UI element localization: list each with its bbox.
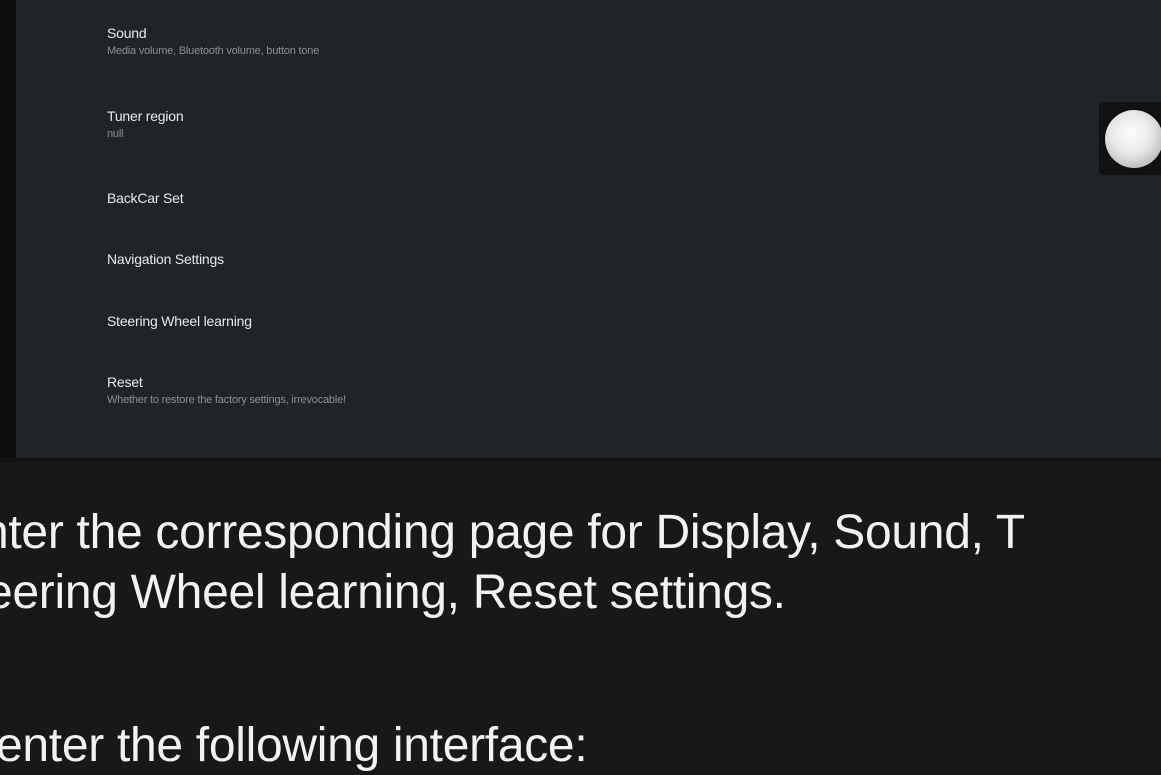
settings-item-subtitle: Whether to restore the factory settings,… <box>107 394 346 406</box>
manual-line-3: enter the following interface: <box>0 719 588 772</box>
manual-line-1: nter the corresponding page for Display,… <box>0 506 1025 559</box>
toggle-knob-icon <box>1105 109 1161 168</box>
settings-item-title: Reset <box>107 374 143 390</box>
settings-panel: Sound Media volume, Bluetooth volume, bu… <box>16 0 1161 458</box>
manual-page: Sound Media volume, Bluetooth volume, bu… <box>0 0 1161 775</box>
settings-item-title: Steering Wheel learning <box>107 313 252 329</box>
settings-item-title: Navigation Settings <box>107 251 224 267</box>
settings-item-backcar-set[interactable]: BackCar Set <box>107 189 707 207</box>
manual-line-2: eering Wheel learning, Reset settings. <box>0 566 786 619</box>
tuner-region-toggle[interactable] <box>1099 102 1161 175</box>
settings-item-navigation-settings[interactable]: Navigation Settings <box>107 250 707 268</box>
screen-left-edge <box>0 0 16 462</box>
settings-item-title: Tuner region <box>107 108 184 124</box>
settings-item-subtitle: null <box>107 128 124 140</box>
settings-item-title: Sound <box>107 25 147 41</box>
settings-item-tuner-region[interactable]: Tuner region null <box>107 107 707 142</box>
settings-item-reset[interactable]: Reset Whether to restore the factory set… <box>107 373 707 408</box>
settings-item-steering-wheel-learning[interactable]: Steering Wheel learning <box>107 312 707 330</box>
manual-instructions: nter the corresponding page for Display,… <box>0 462 1161 775</box>
settings-screenshot: Sound Media volume, Bluetooth volume, bu… <box>0 0 1161 462</box>
settings-item-sound[interactable]: Sound Media volume, Bluetooth volume, bu… <box>107 24 707 59</box>
settings-item-title: BackCar Set <box>107 190 184 206</box>
settings-item-subtitle: Media volume, Bluetooth volume, button t… <box>107 45 320 57</box>
